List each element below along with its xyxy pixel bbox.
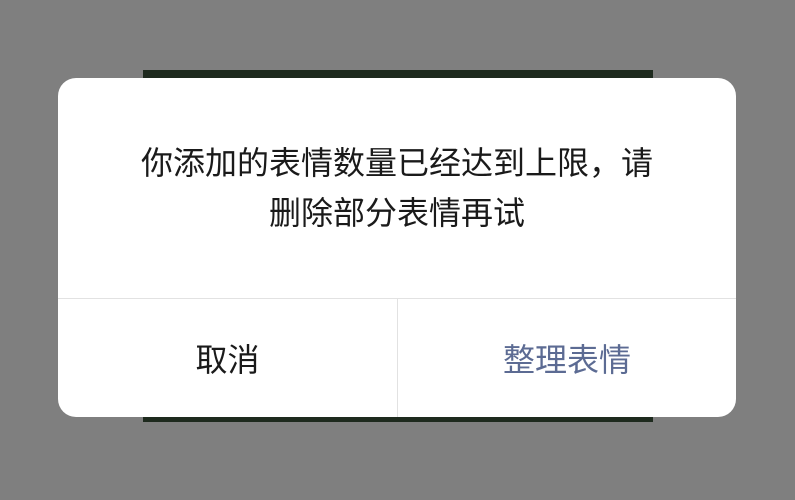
alert-dialog: 你添加的表情数量已经达到上限，请 删除部分表情再试 取消 整理表情	[58, 78, 736, 417]
dialog-message-line1: 你添加的表情数量已经达到上限，请	[140, 144, 653, 182]
dialog-message-line2: 删除部分表情再试	[268, 194, 525, 232]
dialog-message: 你添加的表情数量已经达到上限，请 删除部分表情再试	[98, 138, 696, 298]
cancel-button[interactable]: 取消	[58, 299, 397, 417]
manage-stickers-button[interactable]: 整理表情	[398, 299, 736, 417]
